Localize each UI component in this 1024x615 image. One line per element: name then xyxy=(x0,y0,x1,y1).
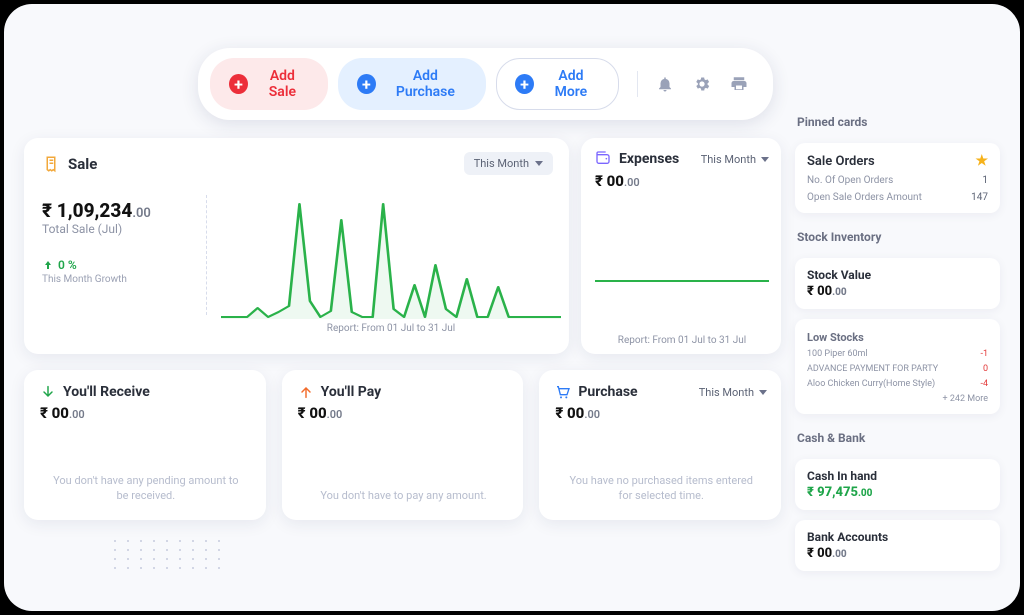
sale-growth-sub: This Month Growth xyxy=(42,274,192,285)
cash-in-hand-title: Cash In hand xyxy=(807,469,988,483)
receive-title: You'll Receive xyxy=(40,384,252,400)
bell-icon[interactable] xyxy=(656,74,675,94)
stock-value-title: Stock Value xyxy=(807,268,988,282)
arrow-down-icon xyxy=(40,384,56,400)
low-stocks-title: Low Stocks xyxy=(807,331,988,344)
receive-card: You'll Receive ₹ 00.00 You don't have an… xyxy=(24,370,266,520)
arrow-up-icon xyxy=(298,384,314,400)
card-divider xyxy=(206,195,207,315)
sale-sparkline xyxy=(221,199,561,319)
sale-card: Sale This Month ₹ 1,09,234.00 Total Sale… xyxy=(24,138,569,354)
purchase-title: Purchase xyxy=(555,384,637,400)
sale-orders-card[interactable]: Sale Orders ★ No. Of Open Orders1 Open S… xyxy=(795,143,1000,213)
chevron-down-icon xyxy=(759,390,767,395)
plus-icon: + xyxy=(357,74,376,94)
add-more-label: Add More xyxy=(542,68,600,100)
sale-period-select[interactable]: This Month xyxy=(464,152,553,175)
bank-accounts-amount: ₹ 00.00 xyxy=(807,546,988,561)
table-row: Aloo Chicken Curry(Home Style)-4 xyxy=(807,379,988,389)
cash-in-hand-card[interactable]: Cash In hand ₹ 97,475.00 xyxy=(795,459,1000,510)
star-icon[interactable]: ★ xyxy=(975,153,988,169)
add-purchase-button[interactable]: + Add Purchase xyxy=(338,58,486,110)
sale-orders-title: Sale Orders xyxy=(807,154,875,169)
cart-icon xyxy=(555,384,571,400)
low-stocks-card[interactable]: Low Stocks 100 Piper 60ml-1 ADVANCE PAYM… xyxy=(795,319,1000,414)
expenses-title: Expenses xyxy=(595,150,679,168)
gear-icon[interactable] xyxy=(693,74,712,94)
table-row: Open Sale Orders Amount147 xyxy=(807,192,988,203)
receive-amount: ₹ 00.00 xyxy=(40,404,252,422)
stock-value-card[interactable]: Stock Value ₹ 00.00 xyxy=(795,258,1000,309)
table-row: No. Of Open Orders1 xyxy=(807,175,988,186)
bank-accounts-card[interactable]: Bank Accounts ₹ 00.00 xyxy=(795,520,1000,571)
cash-in-hand-amount: ₹ 97,475.00 xyxy=(807,485,988,500)
invoice-icon xyxy=(42,155,60,173)
pay-card: You'll Pay ₹ 00.00 You don't have to pay… xyxy=(282,370,524,520)
expenses-sparkline xyxy=(595,190,769,331)
pay-placeholder: You don't have to pay any amount. xyxy=(298,489,510,510)
top-toolbar: + Add Sale + Add Purchase + Add More xyxy=(198,48,773,120)
sale-amount: ₹ 1,09,234.00 xyxy=(42,199,192,222)
purchase-card: Purchase This Month ₹ 00.00 You have no … xyxy=(539,370,781,520)
sale-report-label: Report: From 01 Jul to 31 Jul xyxy=(327,323,455,334)
purchase-amount: ₹ 00.00 xyxy=(555,404,767,422)
low-stocks-more[interactable]: + 242 More xyxy=(807,394,988,404)
wallet-icon xyxy=(595,150,613,168)
sale-title: Sale xyxy=(42,155,97,173)
chevron-down-icon xyxy=(761,157,769,162)
purchase-period-select[interactable]: This Month xyxy=(699,386,767,399)
expenses-card: Expenses This Month ₹ 00.00 Report: From… xyxy=(581,138,781,354)
table-row: 100 Piper 60ml-1 xyxy=(807,349,988,359)
expenses-report-label: Report: From 01 Jul to 31 Jul xyxy=(618,335,746,346)
chevron-down-icon xyxy=(535,161,543,166)
expenses-period-select[interactable]: This Month xyxy=(701,153,769,166)
bank-accounts-title: Bank Accounts xyxy=(807,530,988,544)
pay-amount: ₹ 00.00 xyxy=(298,404,510,422)
purchase-placeholder: You have no purchased items entered for … xyxy=(555,474,767,510)
add-more-button[interactable]: + Add More xyxy=(496,58,619,110)
sale-growth: 0 % xyxy=(42,258,192,272)
receive-placeholder: You don't have any pending amount to be … xyxy=(40,474,252,510)
add-sale-button[interactable]: + Add Sale xyxy=(210,58,328,110)
table-row: ADVANCE PAYMENT FOR PARTY0 xyxy=(807,364,988,374)
add-purchase-label: Add Purchase xyxy=(384,68,467,100)
arrow-up-icon xyxy=(42,259,54,271)
decorative-dots xyxy=(114,540,224,569)
plus-icon: + xyxy=(515,74,534,94)
stock-section-title: Stock Inventory xyxy=(795,223,1000,248)
pinned-section-title: Pinned cards xyxy=(795,108,1000,133)
printer-icon[interactable] xyxy=(730,74,749,94)
sale-subtitle: Total Sale (Jul) xyxy=(42,222,192,236)
stock-value-amount: ₹ 00.00 xyxy=(807,284,988,299)
cash-section-title: Cash & Bank xyxy=(795,424,1000,449)
add-sale-label: Add Sale xyxy=(256,68,309,100)
expenses-amount: ₹ 00.00 xyxy=(595,172,769,190)
plus-icon: + xyxy=(229,74,248,94)
pay-title: You'll Pay xyxy=(298,384,510,400)
toolbar-separator xyxy=(637,71,638,97)
